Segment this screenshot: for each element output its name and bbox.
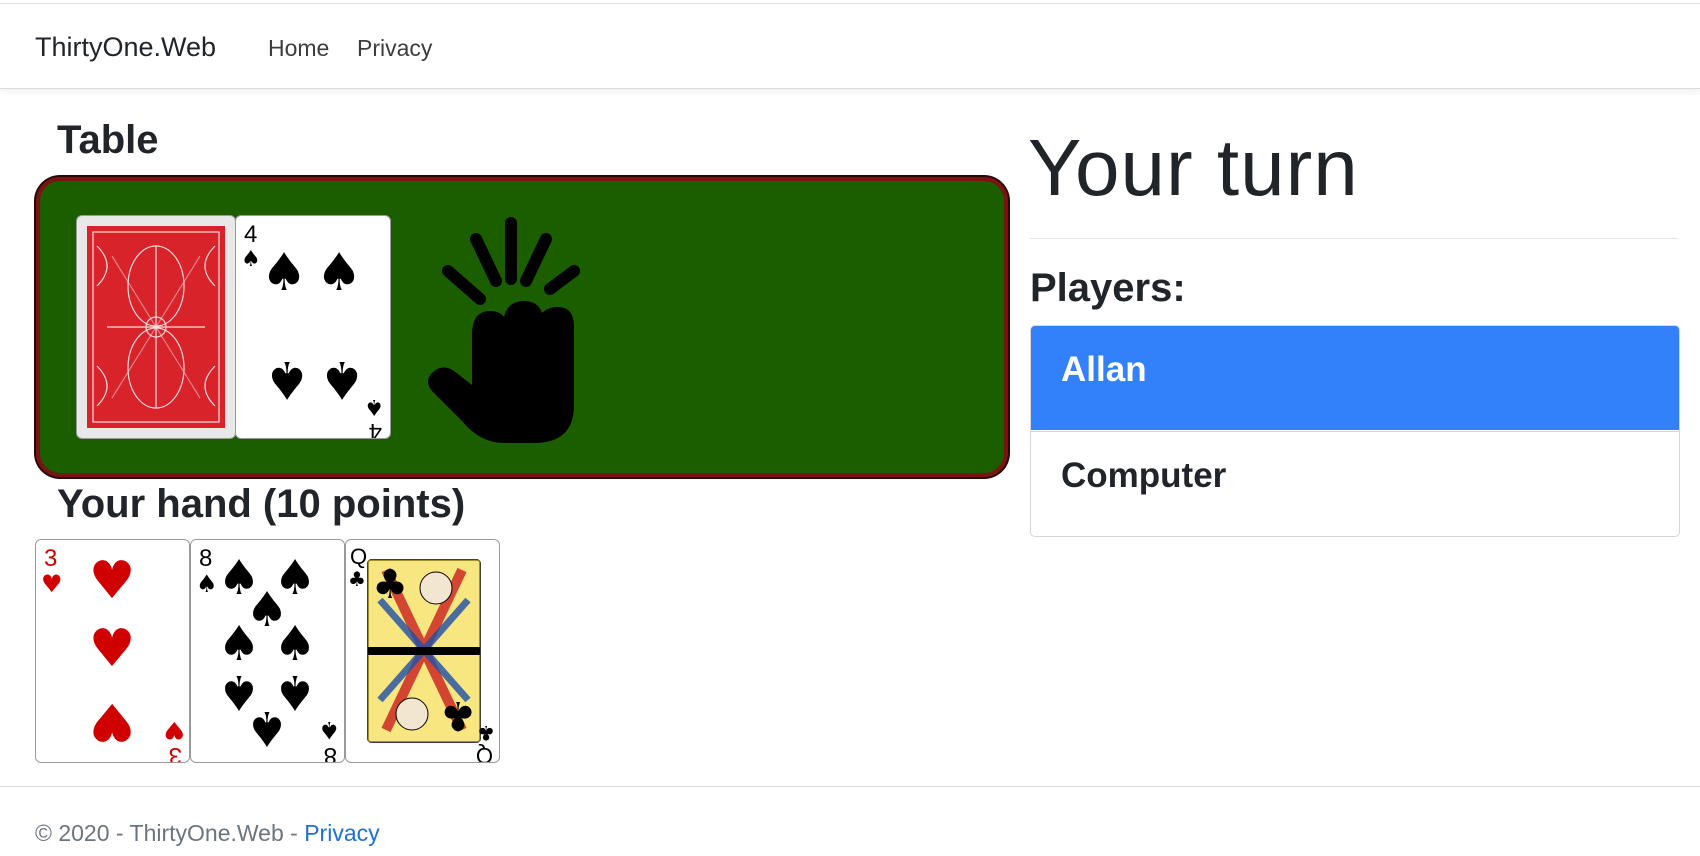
footer-privacy-link[interactable]: Privacy: [304, 820, 379, 846]
svg-text:♠: ♠: [316, 243, 363, 303]
svg-text:♥: ♥: [89, 619, 136, 679]
svg-text:♠: ♠: [273, 616, 316, 672]
draw-pile[interactable]: [76, 215, 236, 439]
table-heading: Table: [57, 118, 159, 162]
brand-link[interactable]: ThirtyOne.Web: [35, 32, 216, 63]
footer-divider: [0, 786, 1700, 787]
svg-text:♥: ♥: [163, 716, 185, 744]
svg-text:♥: ♥: [89, 691, 136, 751]
svg-text:♠: ♠: [196, 570, 218, 598]
svg-text:4: 4: [369, 418, 382, 438]
navbar: ThirtyOne.Web Home Privacy: [0, 4, 1700, 89]
player-item-active[interactable]: Allan: [1031, 326, 1679, 430]
svg-text:♥: ♥: [41, 570, 63, 598]
footer: © 2020 - ThirtyOne.Web - Privacy: [35, 820, 380, 847]
svg-text:♠: ♠: [318, 716, 340, 744]
hand-heading: Your hand (10 points): [57, 482, 466, 526]
three-of-hearts-icon: 3 ♥ ♥ ♥ ♥ 3 ♥: [41, 545, 185, 762]
svg-text:♠: ♠: [273, 664, 316, 720]
player-item[interactable]: Computer: [1031, 431, 1679, 535]
footer-text: © 2020 - ThirtyOne.Web -: [35, 820, 305, 846]
svg-text:Q: Q: [350, 544, 367, 569]
svg-text:♣: ♣: [348, 567, 366, 591]
nav-link-home[interactable]: Home: [268, 35, 329, 62]
svg-text:♠: ♠: [264, 349, 311, 409]
turn-status: Your turn: [1028, 123, 1359, 212]
players-heading: Players:: [1030, 266, 1186, 310]
svg-text:♣: ♣: [440, 692, 476, 738]
svg-text:♠: ♠: [217, 664, 260, 720]
hand-card-3[interactable]: Q ♣ ♣ ♣ Q ♣: [345, 539, 500, 763]
four-of-spades-icon: 4 ♠ ♠ ♠ ♠ ♠ 4 ♠: [241, 221, 384, 438]
players-list: Allan Computer: [1030, 325, 1680, 537]
nav-link-privacy[interactable]: Privacy: [357, 35, 432, 62]
svg-text:8: 8: [199, 545, 212, 572]
discard-pile-card[interactable]: 4 ♠ ♠ ♠ ♠ ♠ 4 ♠: [235, 215, 391, 439]
card-table: 4 ♠ ♠ ♠ ♠ ♠ 4 ♠: [36, 177, 1008, 477]
svg-text:3: 3: [44, 545, 57, 572]
knock-hand-icon[interactable]: [420, 215, 600, 443]
svg-text:♣: ♣: [477, 721, 495, 745]
svg-text:♣: ♣: [372, 562, 408, 608]
hand-card-1[interactable]: 3 ♥ ♥ ♥ ♥ 3 ♥: [35, 539, 190, 763]
svg-text:3: 3: [169, 742, 182, 762]
queen-of-clubs-icon: Q ♣ ♣ ♣ Q ♣: [348, 544, 495, 762]
hand-card-2[interactable]: 8 ♠ ♠ ♠ ♠ ♠ ♠ ♠ ♠ ♠ 8 ♠: [190, 539, 345, 763]
divider: [1030, 238, 1678, 239]
svg-text:4: 4: [244, 221, 257, 248]
svg-text:♠: ♠: [241, 247, 261, 272]
svg-text:♠: ♠: [261, 243, 308, 303]
svg-text:♠: ♠: [319, 349, 366, 409]
svg-text:♠: ♠: [364, 394, 384, 419]
card-back-icon: [87, 226, 225, 428]
svg-text:♠: ♠: [217, 616, 260, 672]
svg-text:8: 8: [324, 742, 337, 762]
svg-text:♥: ♥: [89, 551, 136, 611]
eight-of-spades-icon: 8 ♠ ♠ ♠ ♠ ♠ ♠ ♠ ♠ ♠ 8 ♠: [196, 545, 340, 762]
